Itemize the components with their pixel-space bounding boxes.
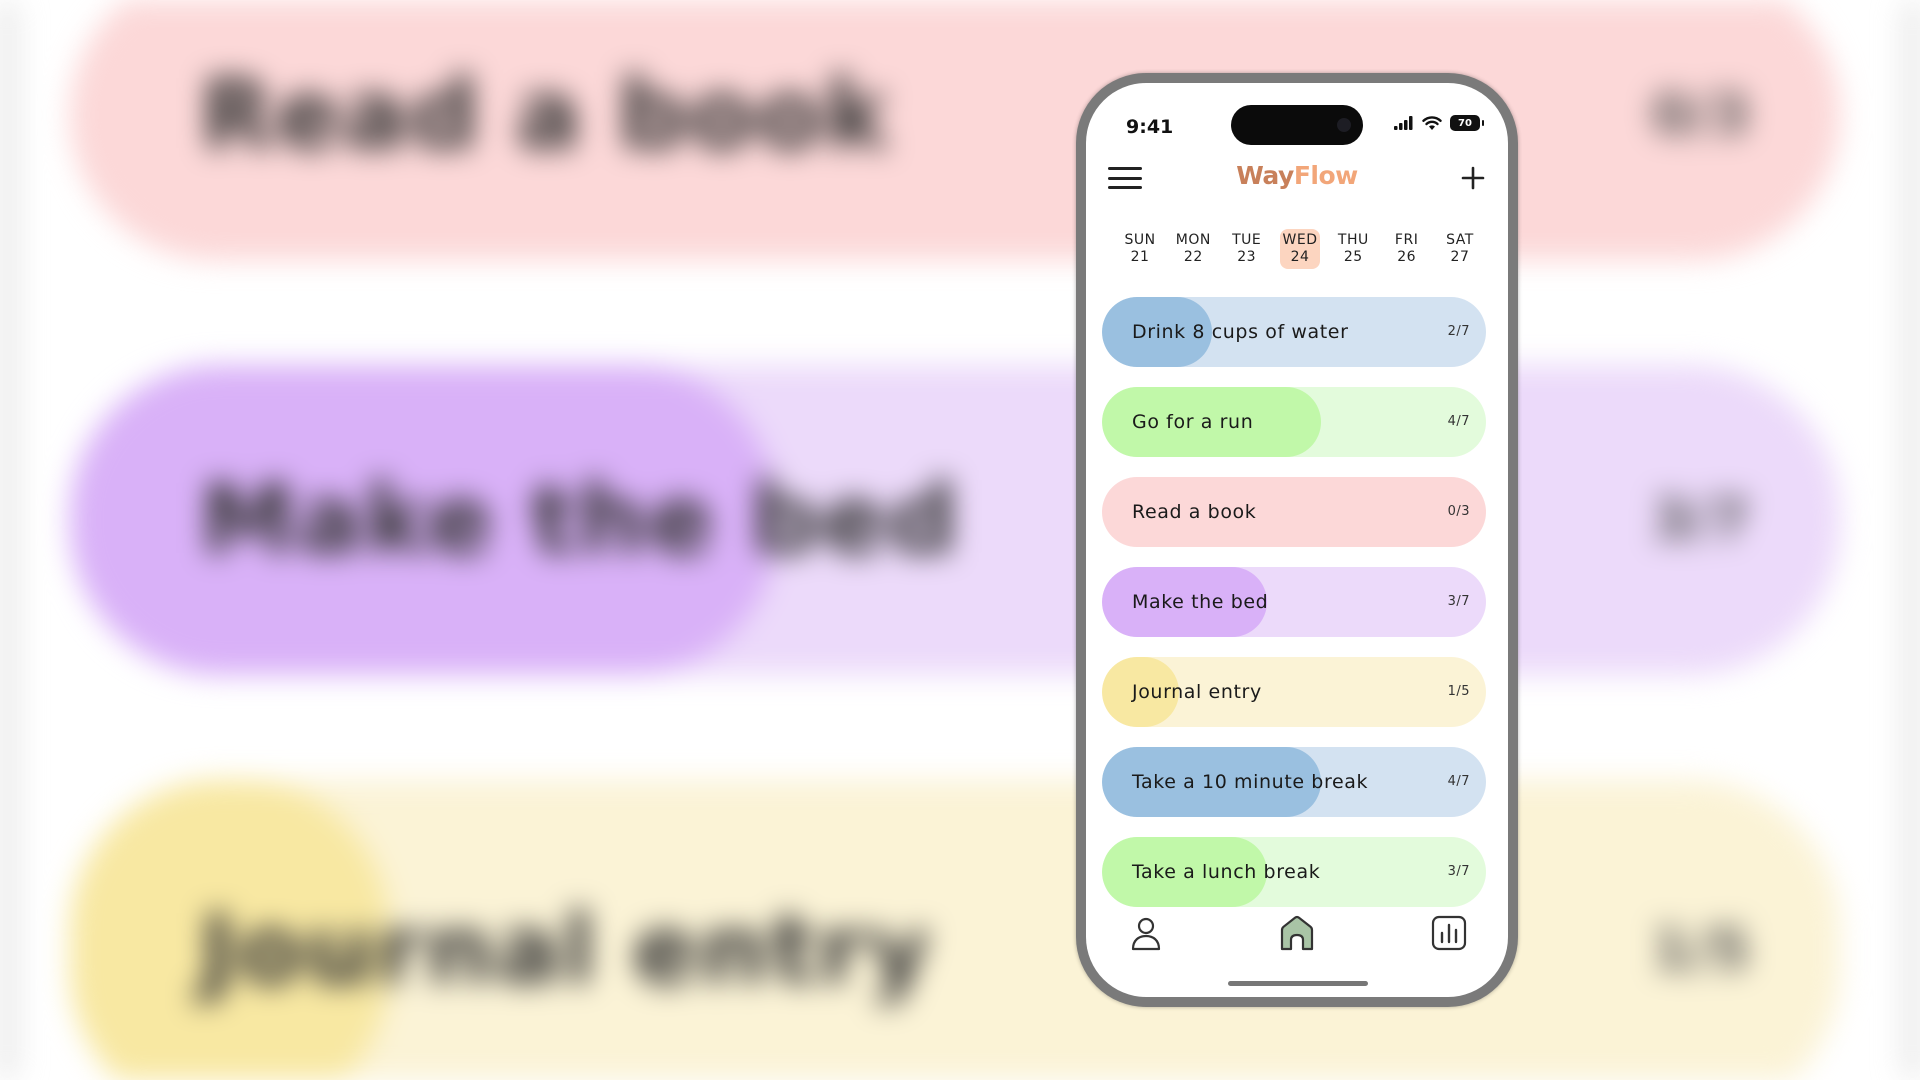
- background-habit-label: Read a book: [200, 59, 891, 171]
- cellular-signal-icon: [1394, 116, 1413, 130]
- day-name: FRI: [1394, 232, 1419, 248]
- day-name: SUN: [1124, 232, 1156, 248]
- day-date: 27: [1450, 249, 1470, 265]
- habit-label: Go for a run: [1132, 411, 1254, 433]
- status-icons: 70: [1394, 115, 1484, 131]
- background-habit-count: 3/7: [1651, 487, 1750, 553]
- status-time: 9:41: [1126, 116, 1174, 138]
- right-edge-shadow: [1908, 0, 1920, 1080]
- battery-icon: 70: [1450, 115, 1484, 131]
- brand-part-flow: Flow: [1293, 161, 1358, 190]
- habit-count: 1/5: [1447, 684, 1470, 699]
- habit-label: Drink 8 cups of water: [1132, 321, 1349, 343]
- phone-frame: 9:41 70 WayFlow SUN 21 MON 22 TUE 23 WED…: [1076, 73, 1518, 1007]
- habit-label: Read a book: [1132, 501, 1257, 523]
- dynamic-island: [1231, 105, 1363, 145]
- habit-label: Make the bed: [1132, 591, 1269, 613]
- stats-icon[interactable]: [1429, 913, 1469, 953]
- day-date: 23: [1237, 249, 1257, 265]
- day-name: TUE: [1232, 232, 1262, 248]
- habit-item[interactable]: Read a book 0/3: [1102, 477, 1486, 547]
- left-edge-shadow: [0, 0, 12, 1080]
- day-name: WED: [1282, 232, 1318, 248]
- brand-part-way: Way: [1236, 161, 1294, 190]
- habit-list: Drink 8 cups of water 2/7 Go for a run 4/7…: [1102, 297, 1486, 927]
- habit-item[interactable]: Take a 10 minute break 4/7: [1102, 747, 1486, 817]
- habit-count: 0/3: [1447, 504, 1470, 519]
- profile-icon[interactable]: [1126, 913, 1166, 953]
- background-habit-make-the-bed: Make the bed 3/7: [70, 365, 1840, 675]
- background-habit-count: 1/5: [1651, 917, 1750, 983]
- tab-bar: [1086, 913, 1508, 963]
- phone-screen: 9:41 70 WayFlow SUN 21 MON 22 TUE 23 WED…: [1086, 83, 1508, 997]
- habit-item[interactable]: Go for a run 4/7: [1102, 387, 1486, 457]
- background-habit-read-a-book: Read a book 0/3: [70, 0, 1840, 260]
- habit-item[interactable]: Drink 8 cups of water 2/7: [1102, 297, 1486, 367]
- day-wed[interactable]: WED 24: [1279, 229, 1320, 269]
- habit-count: 4/7: [1447, 414, 1470, 429]
- day-sun[interactable]: SUN 21: [1120, 229, 1160, 269]
- day-date: 22: [1183, 249, 1203, 265]
- habit-item[interactable]: Take a lunch break 3/7: [1102, 837, 1486, 907]
- day-name: THU: [1337, 232, 1369, 248]
- day-mon[interactable]: MON 22: [1173, 229, 1213, 269]
- habit-label: Take a 10 minute break: [1132, 771, 1369, 793]
- day-date: 25: [1343, 249, 1363, 265]
- habit-count: 3/7: [1447, 594, 1470, 609]
- day-date: 21: [1130, 249, 1150, 265]
- day-date: 24: [1290, 249, 1310, 265]
- camera-icon: [1337, 118, 1351, 132]
- battery-level: 70: [1458, 117, 1472, 129]
- background-habit-count: 0/3: [1651, 82, 1750, 148]
- habit-item[interactable]: Journal entry 1/5: [1102, 657, 1486, 727]
- habit-item[interactable]: Make the bed 3/7: [1102, 567, 1486, 637]
- background-habit-label: Journal entry: [200, 894, 933, 1006]
- day-tue[interactable]: TUE 23: [1227, 229, 1267, 269]
- day-fri[interactable]: FRI 26: [1387, 229, 1427, 269]
- week-day-selector: SUN 21 MON 22 TUE 23 WED 24 THU 25 FRI 26 SAT 2…: [1120, 229, 1480, 269]
- background-habit-journal-entry: Journal entry 1/5: [70, 780, 1840, 1080]
- day-sat[interactable]: SAT 27: [1440, 229, 1480, 269]
- home-icon[interactable]: [1277, 913, 1317, 953]
- day-thu[interactable]: THU 25: [1333, 229, 1373, 269]
- habit-count: 2/7: [1447, 324, 1470, 339]
- wifi-icon: [1422, 115, 1442, 130]
- app-title: WayFlow: [1086, 161, 1508, 190]
- blurred-background: Read a book 0/3 Make the bed 3/7 Journal…: [0, 0, 1920, 1080]
- habit-label: Journal entry: [1132, 681, 1262, 703]
- habit-count: 4/7: [1447, 774, 1470, 789]
- day-date: 26: [1397, 249, 1417, 265]
- habit-label: Take a lunch break: [1132, 861, 1321, 883]
- home-indicator[interactable]: [1228, 981, 1368, 986]
- background-habit-label: Make the bed: [200, 464, 960, 576]
- day-name: MON: [1175, 232, 1211, 248]
- habit-count: 3/7: [1447, 864, 1470, 879]
- plus-icon[interactable]: [1456, 161, 1490, 195]
- day-name: SAT: [1446, 232, 1474, 248]
